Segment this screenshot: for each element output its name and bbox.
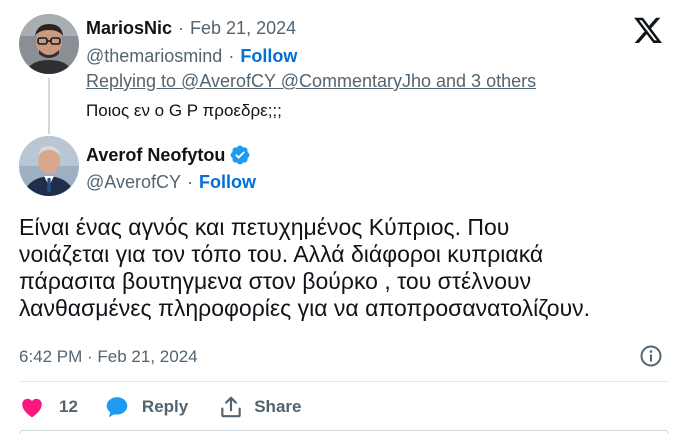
action-divider [19,381,669,382]
main-author-handle[interactable]: @AverofCY [86,172,181,193]
separator-dot: · [228,46,235,66]
person-avatar-icon [19,136,79,196]
main-author-line: Averof Neofytou [86,144,251,166]
tweet-actions-bar: 12 Reply Share [19,392,301,422]
heart-icon [22,398,42,418]
x-logo-icon[interactable] [634,16,662,44]
separator-dot: · [178,18,185,38]
reply-label: Reply [141,397,189,416]
speech-bubble-icon [106,397,128,418]
share-icon [221,396,241,418]
tweet-embed-card: MariosNic · Feb 21, 2024 @themariosmind … [0,0,688,434]
tweet-text-line: νοιάζεται για τον τόπο του. Αλλά διάφορο… [19,241,544,267]
like-count: 12 [59,397,78,416]
like-button[interactable]: 12 [19,394,78,420]
parent-author-avatar[interactable] [19,14,79,74]
separator-dot: · [186,172,193,192]
parent-author-handle[interactable]: @themariosmind [86,46,222,67]
share-label: Share [254,397,302,416]
tweet-text-line: πάρασιτα βουτηγμενα στον βούρκο , του στ… [19,268,532,294]
verified-badge-icon [230,145,250,165]
tweet-text-line: Είναι ένας αγνός και πετυχημένος Κύπριος… [19,214,510,240]
main-author-avatar[interactable] [19,136,79,196]
main-handle-line: @AverofCY · Follow [86,172,256,193]
thread-connector-line [48,78,50,134]
tweet-timestamp[interactable]: 6:42 PM · Feb 21, 2024 [19,347,198,367]
share-button[interactable]: Share [218,394,301,420]
tweet-text-line: λανθασμένες πληροφορίες για να αποπροσαν… [19,295,591,321]
replying-to-link[interactable]: Replying to @AverofCY @CommentaryJho and… [86,71,536,92]
person-avatar-icon [19,14,79,74]
main-tweet-text: Είναι ένας αγνός και πετυχημένος Κύπριος… [19,214,669,322]
reply-button[interactable]: Reply [104,394,188,420]
parent-author-line: MariosNic · Feb 21, 2024 [86,18,296,39]
parent-tweet-text: Ποιος εν ο G P προεδρε;;; [86,101,282,120]
parent-tweet-date[interactable]: Feb 21, 2024 [190,18,296,39]
main-follow-link[interactable]: Follow [199,172,256,193]
parent-handle-line: @themariosmind · Follow [86,46,297,67]
parent-author-name[interactable]: MariosNic [86,18,172,39]
read-replies-button-edge[interactable] [19,430,669,434]
parent-follow-link[interactable]: Follow [240,46,297,67]
main-author-name[interactable]: Averof Neofytou [86,145,225,166]
info-icon[interactable] [639,344,663,368]
